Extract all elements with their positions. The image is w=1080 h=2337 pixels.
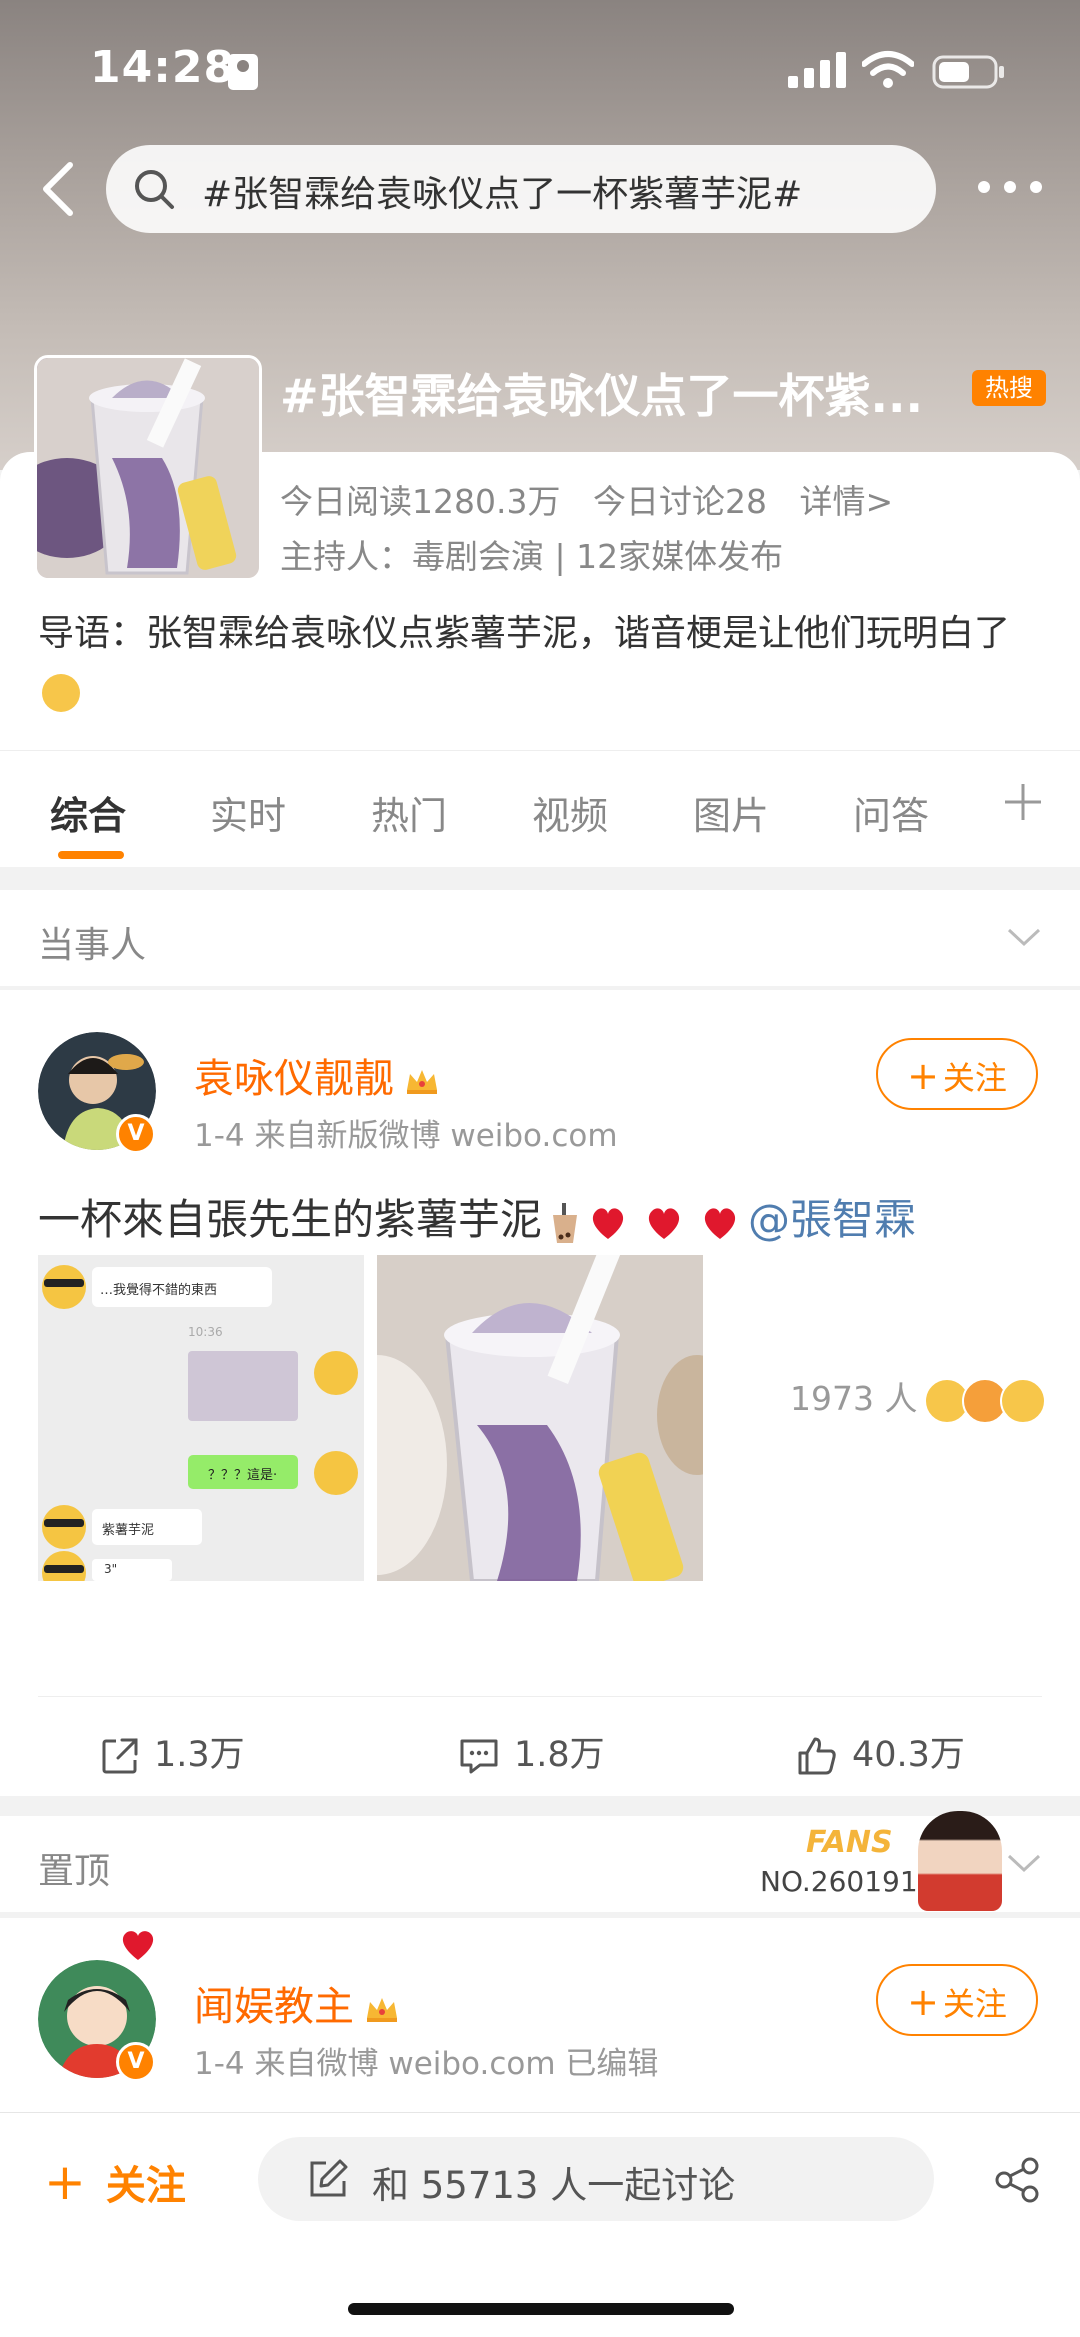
post-username-text: 袁咏仪靓靓 (194, 1056, 394, 1102)
like-count: 40.3万 (852, 1735, 965, 1775)
post-card: V 闻娱教主 1-4 来自微博 weibo.com 已编辑 + 关注 (0, 1918, 1080, 2112)
chat-screenshot-illustration (38, 1255, 364, 1581)
follow-topic-button[interactable]: + 关注 (44, 2153, 186, 2211)
tab-pictures[interactable]: 图片 (693, 785, 769, 840)
battery-icon (932, 55, 1004, 89)
topic-page: 14:28 #张智霖给袁咏仪点了一杯紫薯芋泥# #张智霖给袁咏仪点了一杯紫...… (0, 0, 1080, 2337)
repost-count: 1.3万 (154, 1735, 245, 1775)
home-indicator (348, 2303, 734, 2315)
post-meta: 1-4 来自新版微博 weibo.com (194, 1118, 618, 1154)
heart-decoration-icon (122, 1931, 154, 1960)
repost-icon (102, 1738, 138, 1774)
id-card-icon (228, 54, 258, 90)
post-image-drink[interactable] (377, 1255, 703, 1581)
cellular-signal-icon (788, 52, 846, 88)
comment-icon (460, 1739, 498, 1774)
post-username[interactable]: 闻娱教主 (194, 1974, 400, 2032)
fans-badge-portrait (918, 1811, 1002, 1911)
section-pinned-label: 置顶 (38, 1851, 111, 1892)
heart-emoji-icon (592, 1207, 624, 1239)
add-tab-plus-icon[interactable] (1002, 781, 1044, 823)
chat-message-3: 紫薯芋泥 (102, 1523, 155, 1538)
follow-button-label: 关注 (942, 1985, 1007, 2023)
wifi-icon (862, 51, 914, 88)
crying-laughing-emoji-icon (42, 674, 80, 712)
topic-cover-image[interactable] (34, 355, 262, 581)
repost-button[interactable]: 1.3万 (100, 1726, 245, 1777)
like-button[interactable]: 40.3万 (796, 1726, 965, 1777)
search-bar[interactable]: #张智霖给袁咏仪点了一杯紫薯芋泥# (106, 145, 936, 233)
crown-icon (367, 1998, 397, 2022)
comment-button[interactable]: 1.8万 (458, 1726, 605, 1777)
top-navigation: #张智霖给袁咏仪点了一杯紫薯芋泥# (0, 145, 1080, 235)
section-parties-label: 当事人 (38, 925, 147, 966)
follow-button[interactable]: + 关注 (876, 1038, 1038, 1110)
post-divider (38, 1696, 1042, 1697)
hot-search-badge: 热搜 (972, 370, 1046, 406)
section-parties[interactable]: 当事人 (0, 890, 1080, 986)
post-image-chat-screenshot[interactable]: …我覺得不錯的東西 10:36 ？？？這是· 紫薯芋泥 3" (38, 1255, 364, 1581)
post-likers-text: 1973 人 (790, 1379, 918, 1418)
topic-title-row: #张智霖给袁咏仪点了一杯紫... 热搜 (280, 360, 1060, 423)
status-time: 14:28 (90, 42, 236, 93)
verified-badge-icon: V (116, 2042, 156, 2082)
mention-link[interactable]: @張智霖 (748, 1195, 916, 1244)
discuss-input[interactable]: 和 55713 人一起讨论 (258, 2137, 934, 2221)
surprised-emoji-icon (1000, 1378, 1046, 1424)
share-icon[interactable] (992, 2157, 1042, 2203)
post-text: 一杯來自張先生的紫薯芋泥 @張智霖 (38, 1186, 916, 1247)
search-icon (135, 170, 174, 209)
chat-message-2: ？？？這是· (208, 1468, 278, 1483)
post-username[interactable]: 袁咏仪靓靓 (194, 1046, 440, 1104)
chat-message-1: …我覺得不錯的東西 (100, 1283, 218, 1298)
details-link[interactable]: 详情> (799, 482, 893, 521)
search-query: #张智霖给袁咏仪点了一杯紫薯芋泥# (202, 174, 803, 215)
tab-bar: 综合 实时 热门 视频 图片 问答 (0, 750, 1080, 867)
follow-button-label: 关注 (942, 1059, 1007, 1097)
post-username-text: 闻娱教主 (194, 1984, 354, 2030)
active-tab-indicator (58, 851, 124, 859)
tab-video[interactable]: 视频 (532, 785, 608, 840)
more-options-icon[interactable] (978, 175, 1042, 199)
topic-stats: 今日阅读1280.3万 今日讨论28 详情> (280, 475, 915, 523)
tab-comprehensive[interactable]: 综合 (50, 785, 126, 840)
back-arrow-icon[interactable] (30, 157, 90, 221)
tab-hot[interactable]: 热门 (371, 785, 447, 840)
comment-count: 1.8万 (514, 1735, 605, 1775)
bubble-tea-emoji-icon (553, 1202, 578, 1243)
today-discussions: 今日讨论28 (592, 482, 767, 521)
chat-voice-message: 3" (104, 1562, 118, 1576)
fans-badge-number: NO.260191 (760, 1865, 918, 1898)
chevron-down-icon (1007, 1854, 1041, 1873)
chat-time: 10:36 (188, 1325, 223, 1339)
discuss-placeholder: 和 55713 人一起讨论 (372, 2164, 736, 2207)
topic-intro-text: 导语：张智霖给袁咏仪点紫薯芋泥，谐音梗是让他们玩明白了 (38, 613, 1011, 654)
fans-badge[interactable]: FANS NO.260191 (740, 1811, 1002, 1911)
chevron-down-icon (1007, 928, 1041, 947)
topic-intro: 导语：张智霖给袁咏仪点紫薯芋泥，谐音梗是让他们玩明白了 (38, 605, 1048, 721)
tab-realtime[interactable]: 实时 (210, 785, 286, 840)
verified-badge-icon: V (116, 1114, 156, 1154)
follow-topic-label: 关注 (105, 2163, 186, 2209)
follow-button[interactable]: + 关注 (876, 1964, 1038, 2036)
post-meta: 1-4 来自微博 weibo.com 已编辑 (194, 2046, 659, 2082)
edit-pencil-icon (310, 2159, 348, 2197)
post-text-body: 一杯來自張先生的紫薯芋泥 (38, 1195, 543, 1244)
today-reads: 今日阅读1280.3万 (280, 482, 561, 521)
post-card: V 袁咏仪靓靓 1-4 来自新版微博 weibo.com + 关注 一杯來自張先生… (0, 990, 1080, 1796)
tab-qa[interactable]: 问答 (853, 785, 929, 840)
topic-title: #张智霖给袁咏仪点了一杯紫... (280, 369, 923, 423)
status-bar: 14:28 (0, 0, 1080, 140)
heart-emoji-icon (648, 1207, 680, 1239)
bottom-action-bar: + 关注 和 55713 人一起讨论 (0, 2112, 1080, 2337)
drink-photo-illustration (377, 1255, 703, 1581)
topic-host: 主持人：毒剧会演 | 12家媒体发布 (280, 537, 784, 576)
heart-emoji-icon (704, 1207, 736, 1239)
drink-cup-illustration (37, 358, 259, 578)
fans-badge-title: FANS (806, 1825, 893, 1860)
crown-icon (407, 1070, 437, 1094)
thumbs-up-icon (798, 1737, 836, 1775)
